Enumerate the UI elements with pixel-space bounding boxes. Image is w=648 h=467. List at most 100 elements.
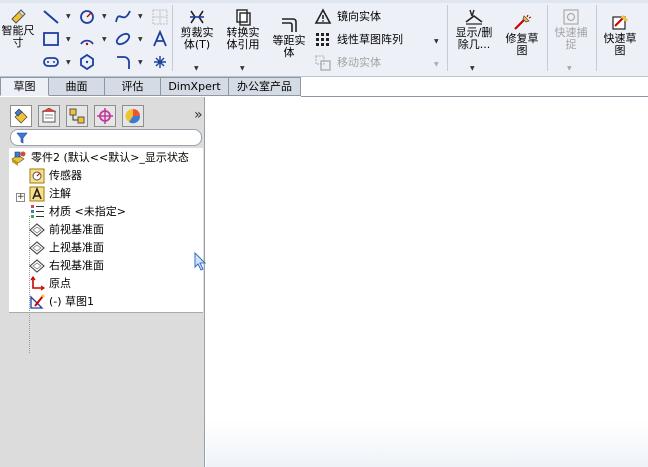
tree-item-label: 上视基准面 — [49, 241, 104, 254]
mirror-entities-label: 镜向实体 — [337, 10, 381, 23]
offset-entities-label-2: 体 — [283, 46, 295, 59]
offset-entities-button[interactable]: 等距实 体 — [268, 14, 310, 59]
convert-entities-button[interactable]: 转换实 体引用 — [222, 8, 264, 51]
plane-icon — [29, 223, 45, 237]
tab-evaluate[interactable]: 评估 — [105, 77, 161, 96]
line-dropdown-icon[interactable]: ▼ — [66, 13, 71, 21]
property-manager-icon — [41, 108, 57, 123]
quick-snaps-label-2: 捉 — [565, 38, 577, 51]
ribbon-separator — [172, 5, 173, 71]
tree-item-right-plane[interactable]: 右视基准面 — [29, 257, 199, 275]
arc-icon[interactable] — [78, 30, 96, 48]
feature-manager-tab[interactable] — [10, 105, 32, 127]
slot-dropdown-icon[interactable]: ▼ — [66, 59, 71, 67]
tree-item-sensors[interactable]: 传感器 — [29, 167, 199, 185]
tree-item-material[interactable]: 材质 <未指定> — [29, 203, 199, 221]
convert-dropdown-icon[interactable]: ▼ — [240, 65, 245, 73]
smart-dimension-button[interactable]: 智能尺寸 — [0, 8, 36, 51]
repair-sketch-icon — [514, 14, 532, 30]
tree-item-label: 原点 — [49, 277, 71, 290]
circle-dropdown-icon[interactable]: ▼ — [102, 13, 107, 21]
material-icon — [31, 205, 44, 218]
display-manager-tab[interactable] — [122, 105, 144, 127]
display-delete-relations-icon — [465, 9, 483, 25]
sensor-icon — [29, 168, 45, 184]
repair-sketch-button[interactable]: 修复草 图 — [500, 14, 544, 57]
trim-entities-label-2: 体(T) — [183, 38, 211, 51]
circle-icon[interactable] — [78, 8, 96, 26]
linear-pattern-icon — [316, 33, 329, 46]
trim-dropdown-icon[interactable]: ▼ — [194, 65, 199, 73]
part-icon — [11, 151, 26, 166]
display-delete-relations-button[interactable]: 显示/删 除几... — [450, 8, 498, 51]
smart-dimension-icon — [11, 9, 26, 24]
graphics-area[interactable] — [206, 97, 648, 467]
move-entities-label: 移动实体 — [337, 56, 381, 69]
tree-item-front-plane[interactable]: 前视基准面 — [29, 221, 199, 239]
origin-icon — [30, 276, 45, 291]
point-icon[interactable] — [151, 53, 169, 71]
tree-item-annotations[interactable]: 注解 — [29, 185, 199, 203]
property-manager-tab[interactable] — [38, 105, 60, 127]
slot-icon[interactable] — [42, 53, 60, 71]
fillet-icon[interactable] — [114, 53, 132, 71]
tab-sketch[interactable]: 草图 — [0, 77, 49, 96]
line-icon[interactable] — [42, 8, 60, 26]
tree-item-label: 材质 <未指定> — [49, 205, 126, 218]
trim-entities-button[interactable]: 剪裁实 体(T) — [176, 8, 218, 51]
quick-snaps-dropdown-icon[interactable]: ▼ — [567, 65, 572, 73]
display-delete-dropdown-icon[interactable]: ▼ — [470, 65, 475, 73]
trim-icon — [190, 10, 204, 24]
rapid-sketch-icon — [612, 14, 629, 30]
tree-filter-input[interactable] — [10, 129, 202, 146]
tab-dimxpert[interactable]: DimXpert — [161, 77, 229, 96]
tree-item-label: (-) 草图1 — [49, 295, 95, 308]
text-icon[interactable] — [151, 30, 169, 48]
filter-icon — [16, 132, 28, 144]
arc-dropdown-icon[interactable]: ▼ — [102, 36, 107, 44]
dimxpert-manager-icon — [97, 108, 113, 124]
tree-divider — [9, 312, 203, 313]
move-dropdown-icon[interactable]: ▼ — [434, 61, 439, 69]
ribbon-separator — [596, 5, 597, 71]
quick-snaps-button[interactable]: 快速捕 捉 — [549, 8, 593, 51]
ellipse-dropdown-icon[interactable]: ▼ — [138, 36, 143, 44]
ribbon-separator — [447, 5, 448, 71]
mirror-icon — [314, 8, 332, 24]
tree-item-top-plane[interactable]: 上视基准面 — [29, 239, 199, 257]
display-manager-icon — [125, 108, 141, 124]
linear-pattern-label: 线性草图阵列 — [337, 33, 403, 46]
linear-pattern-dropdown-icon[interactable]: ▼ — [434, 38, 439, 46]
expand-annotations-toggle[interactable]: + — [16, 193, 25, 202]
command-manager-ribbon: 智能尺寸 ▼ ▼ ▼ ▼ ▼ ▼ ▼ ▼ 剪裁实 体(T) ▼ 转换实 体引用 … — [0, 0, 648, 77]
feature-manager-icon — [14, 108, 28, 124]
polygon-icon[interactable] — [78, 53, 96, 71]
feature-manager-pane: » 零件2 (默认<<默认>_显示状态 传感器 注解 材质 <未指定> 前视基准… — [0, 97, 207, 467]
manager-tabs: » — [8, 105, 203, 127]
repair-sketch-label-2: 图 — [516, 44, 528, 57]
expand-chevron-icon[interactable]: » — [194, 108, 203, 122]
grid-icon[interactable] — [151, 8, 169, 26]
ellipse-icon[interactable] — [114, 30, 132, 48]
tree-item-sketch1[interactable]: (-) 草图1 — [29, 293, 199, 311]
tree-item-origin[interactable]: 原点 — [29, 275, 199, 293]
smart-dimension-label-1: 智能尺寸 — [1, 25, 35, 49]
convert-entities-label-2: 体引用 — [226, 38, 260, 51]
rapid-sketch-button[interactable]: 快速草 图 — [598, 14, 642, 57]
rectangle-dropdown-icon[interactable]: ▼ — [66, 36, 71, 44]
dimxpert-manager-tab[interactable] — [94, 105, 116, 127]
spline-dropdown-icon[interactable]: ▼ — [138, 13, 143, 21]
convert-icon — [236, 9, 251, 26]
rectangle-icon[interactable] — [42, 30, 60, 48]
tree-root-part[interactable]: 零件2 (默认<<默认>_显示状态 — [11, 149, 203, 167]
configuration-manager-tab[interactable] — [66, 105, 88, 127]
configuration-manager-icon — [69, 108, 85, 124]
tree-item-label: 传感器 — [49, 169, 82, 182]
spline-icon[interactable] — [114, 8, 132, 26]
fillet-dropdown-icon[interactable]: ▼ — [138, 59, 143, 67]
tree-item-label: 注解 — [49, 187, 71, 200]
display-delete-label-2: 除几... — [457, 38, 491, 51]
tab-office-products[interactable]: 办公室产品 — [229, 77, 301, 96]
command-manager-tabs: 草图 曲面 评估 DimXpert 办公室产品 — [0, 77, 648, 97]
tab-surfaces[interactable]: 曲面 — [49, 77, 105, 96]
